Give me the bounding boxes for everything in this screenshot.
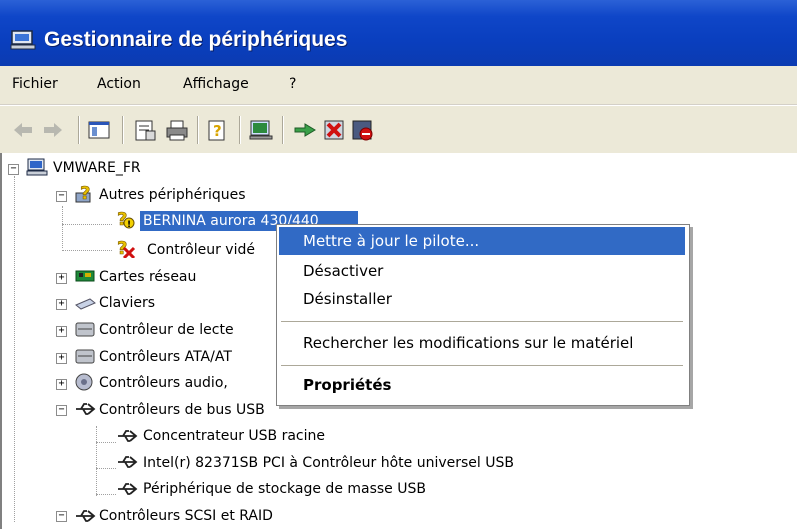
menu-item-label: Désinstaller xyxy=(303,290,392,308)
menu-item-uninstall[interactable]: Désinstaller xyxy=(279,285,685,313)
toolbar-separator xyxy=(197,116,199,144)
tree-connector xyxy=(96,494,116,495)
menu-item-disable[interactable]: Désactiver xyxy=(279,257,685,285)
tree-item-label: Concentrateur USB racine xyxy=(143,428,325,444)
menu-separator xyxy=(281,365,683,366)
toolbar: ? xyxy=(0,105,797,154)
menu-item-label: Rechercher les modifications sur le maté… xyxy=(303,334,634,352)
tree-connector xyxy=(62,224,112,225)
computer-icon xyxy=(26,158,48,176)
tree-item-label: Contrôleurs audio, xyxy=(99,375,228,391)
menu-item-label: Propriétés xyxy=(303,376,392,394)
menu-file[interactable]: Fichier xyxy=(12,76,58,92)
menu-item-label: Mettre à jour le pilote... xyxy=(303,232,480,250)
update-driver-icon[interactable] xyxy=(292,118,318,142)
menu-item-scan-hardware[interactable]: Rechercher les modifications sur le maté… xyxy=(279,329,685,357)
scan-hardware-icon[interactable] xyxy=(248,118,274,142)
tree-item-label: Contrôleur vidé xyxy=(147,242,255,258)
menu-bar: Fichier Action Affichage ? xyxy=(0,66,797,105)
disable-icon[interactable] xyxy=(322,118,348,142)
tree-item-label: Contrôleur de lecte xyxy=(99,322,234,338)
usb-icon xyxy=(118,430,138,442)
properties-icon[interactable] xyxy=(132,118,158,142)
collapse-toggle[interactable]: − xyxy=(56,191,67,202)
svg-text:?: ? xyxy=(213,122,222,140)
menu-item-properties[interactable]: Propriétés xyxy=(279,371,685,399)
menu-help[interactable]: ? xyxy=(289,76,296,92)
tree-connector xyxy=(14,176,15,522)
audio-icon xyxy=(75,373,93,391)
toolbar-separator xyxy=(78,116,80,144)
menu-view[interactable]: Affichage xyxy=(183,76,249,92)
console-tree-icon[interactable] xyxy=(86,118,112,142)
tree-item-label: Contrôleurs SCSI et RAID xyxy=(99,508,273,524)
tree-connector xyxy=(62,206,63,248)
uninstall-icon[interactable] xyxy=(350,118,376,142)
toolbar-separator xyxy=(122,116,124,144)
collapse-toggle[interactable]: − xyxy=(8,164,19,175)
expand-toggle[interactable]: + xyxy=(56,326,67,337)
svg-text:!: ! xyxy=(127,220,131,229)
tree-item-label: Périphérique de stockage de masse USB xyxy=(143,481,426,497)
usb-icon xyxy=(118,456,138,468)
warning-device-icon: ? ! xyxy=(117,209,135,229)
unknown-device-icon: ? xyxy=(75,184,91,204)
disk-drive-icon xyxy=(75,322,95,337)
tree-item-label: Claviers xyxy=(99,295,156,311)
tree-root-label: VMWARE_FR xyxy=(53,160,141,176)
tree-item-label: Cartes réseau xyxy=(99,269,197,285)
tree-connector xyxy=(96,426,97,496)
expand-toggle[interactable]: + xyxy=(56,273,67,284)
collapse-toggle[interactable]: − xyxy=(56,405,67,416)
tree-item-label: Contrôleurs de bus USB xyxy=(99,402,265,418)
tree-item-label: Autres périphériques xyxy=(99,187,246,203)
title-bar[interactable]: Gestionnaire de périphériques xyxy=(0,0,797,66)
tree-connector xyxy=(96,468,116,469)
menu-item-update-driver[interactable]: Mettre à jour le pilote... xyxy=(279,227,685,255)
toolbar-separator xyxy=(239,116,241,144)
help-icon[interactable]: ? xyxy=(205,118,231,142)
tree-item-label: Contrôleurs ATA/AT xyxy=(99,349,232,365)
ide-controller-icon xyxy=(75,349,95,364)
window-title: Gestionnaire de périphériques xyxy=(44,28,348,51)
tree-item-label: Intel(r) 82371SB PCI à Contrôleur hôte u… xyxy=(143,455,514,471)
svg-text:?: ? xyxy=(80,184,90,204)
back-arrow-icon[interactable] xyxy=(10,118,36,142)
network-card-icon xyxy=(75,270,95,282)
expand-toggle[interactable]: + xyxy=(56,379,67,390)
keyboard-icon xyxy=(75,298,96,310)
expand-toggle[interactable]: + xyxy=(56,353,67,364)
menu-separator xyxy=(281,321,683,322)
print-icon[interactable] xyxy=(164,118,190,142)
usb-icon xyxy=(76,403,96,415)
scsi-icon xyxy=(76,510,96,522)
error-device-icon: ? xyxy=(117,238,136,258)
tree-connector xyxy=(62,250,112,251)
expand-toggle[interactable]: + xyxy=(56,299,67,310)
usb-icon xyxy=(118,483,138,495)
forward-arrow-icon[interactable] xyxy=(40,118,66,142)
collapse-toggle[interactable]: − xyxy=(56,511,67,522)
tree-connector xyxy=(96,442,116,443)
menu-action[interactable]: Action xyxy=(97,76,141,92)
window-left-border xyxy=(0,153,2,529)
context-menu: Mettre à jour le pilote... Désactiver Dé… xyxy=(276,224,690,406)
computer-icon xyxy=(10,30,36,50)
menu-item-label: Désactiver xyxy=(303,262,384,280)
toolbar-separator xyxy=(282,116,284,144)
